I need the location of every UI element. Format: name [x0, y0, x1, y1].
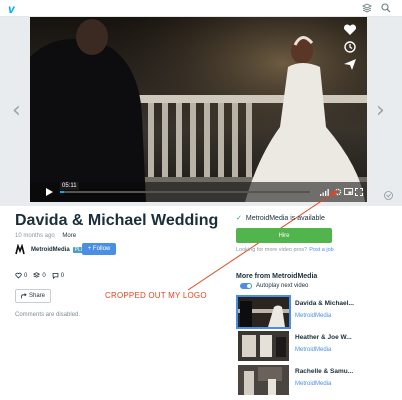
- likes-stat[interactable]: 0: [15, 272, 27, 279]
- search-icon[interactable]: [381, 3, 391, 13]
- follow-button[interactable]: + Follow: [82, 243, 116, 255]
- video-title: Davida & Michael Wedding: [15, 212, 219, 229]
- hire-button[interactable]: Hire: [236, 228, 332, 243]
- watch-later-clock-icon[interactable]: [341, 38, 359, 56]
- next-video-arrow[interactable]: ›: [376, 98, 385, 123]
- volume-bars-icon[interactable]: [320, 188, 330, 196]
- stats-row: 0 0 0: [15, 272, 64, 279]
- related-thumbnail[interactable]: [238, 365, 289, 395]
- video-meta: 10 months ago More: [15, 233, 76, 239]
- related-thumbnail[interactable]: [236, 295, 291, 329]
- related-owner[interactable]: MetroidMedia: [295, 381, 331, 387]
- comment-bubble-icon: [52, 273, 59, 279]
- vimeo-logo[interactable]: v: [8, 2, 15, 16]
- check-icon: ✓: [236, 215, 242, 222]
- autoplay-toggle[interactable]: [240, 283, 252, 289]
- picture-in-picture-icon[interactable]: [344, 188, 353, 196]
- like-heart-icon[interactable]: [341, 21, 359, 39]
- annotation-text: CROPPED OUT MY LOGO: [105, 291, 207, 300]
- comments-count: 0: [60, 272, 65, 279]
- autoplay-label: Autoplay next video: [256, 283, 309, 289]
- posted-time: 10 months ago: [15, 233, 55, 239]
- share-label: Share: [28, 293, 45, 299]
- post-job-link[interactable]: Post a job: [309, 247, 333, 253]
- play-icon[interactable]: [44, 187, 54, 197]
- top-bar: v: [0, 0, 402, 17]
- settings-gear-icon[interactable]: [334, 188, 342, 196]
- owner-name[interactable]: MetroidMedia: [31, 247, 70, 253]
- related-owner[interactable]: MetroidMedia: [295, 347, 331, 353]
- comments-stat[interactable]: 0: [52, 272, 64, 279]
- timestamp-badge: 05:11: [60, 182, 79, 190]
- stack-icon[interactable]: [362, 3, 372, 13]
- player-controls: 05:11: [30, 182, 367, 202]
- related-video-item[interactable]: Rachelle & Samu... MetroidMedia: [238, 365, 358, 397]
- looking-row: Looking for more video pros? Post a job: [236, 247, 334, 253]
- related-title[interactable]: Rachelle & Samu...: [295, 368, 353, 375]
- likes-count: 0: [24, 272, 28, 279]
- share-button[interactable]: Share: [15, 289, 51, 303]
- previous-video-arrow[interactable]: ‹: [12, 98, 21, 123]
- more-from-heading: More from MetroidMedia: [236, 273, 318, 280]
- related-title[interactable]: Davida & Michael...: [295, 300, 354, 307]
- vimeo-circle-icon[interactable]: [384, 191, 393, 200]
- more-link[interactable]: More: [62, 233, 76, 239]
- related-thumbnail[interactable]: [238, 331, 289, 361]
- heart-icon: [15, 272, 22, 279]
- related-video-item[interactable]: Heather & Joe W... MetroidMedia: [238, 331, 358, 363]
- fullscreen-icon[interactable]: [355, 188, 363, 196]
- owner-avatar[interactable]: [15, 244, 27, 256]
- related-video-item[interactable]: Davida & Michael... MetroidMedia: [236, 295, 358, 329]
- owner-row: MetroidMedia PLUS: [15, 243, 90, 257]
- collections-count: 0: [42, 272, 46, 279]
- share-arrow-icon: [21, 293, 27, 299]
- collections-icon: [33, 272, 41, 278]
- availability-row: ✓ MetroidMedia is available: [236, 214, 325, 222]
- video-player[interactable]: 05:11: [30, 17, 367, 202]
- looking-text: Looking for more video pros?: [236, 247, 308, 253]
- progress-bar[interactable]: [60, 190, 310, 194]
- related-owner[interactable]: MetroidMedia: [295, 313, 331, 319]
- availability-text: MetroidMedia is available: [245, 215, 325, 222]
- related-title[interactable]: Heather & Joe W...: [295, 334, 352, 341]
- share-send-icon[interactable]: [341, 55, 359, 73]
- collections-stat[interactable]: 0: [33, 272, 46, 279]
- video-frame: [30, 17, 367, 202]
- autoplay-row: Autoplay next video: [240, 283, 308, 289]
- comments-disabled-note: Comments are disabled.: [15, 312, 81, 318]
